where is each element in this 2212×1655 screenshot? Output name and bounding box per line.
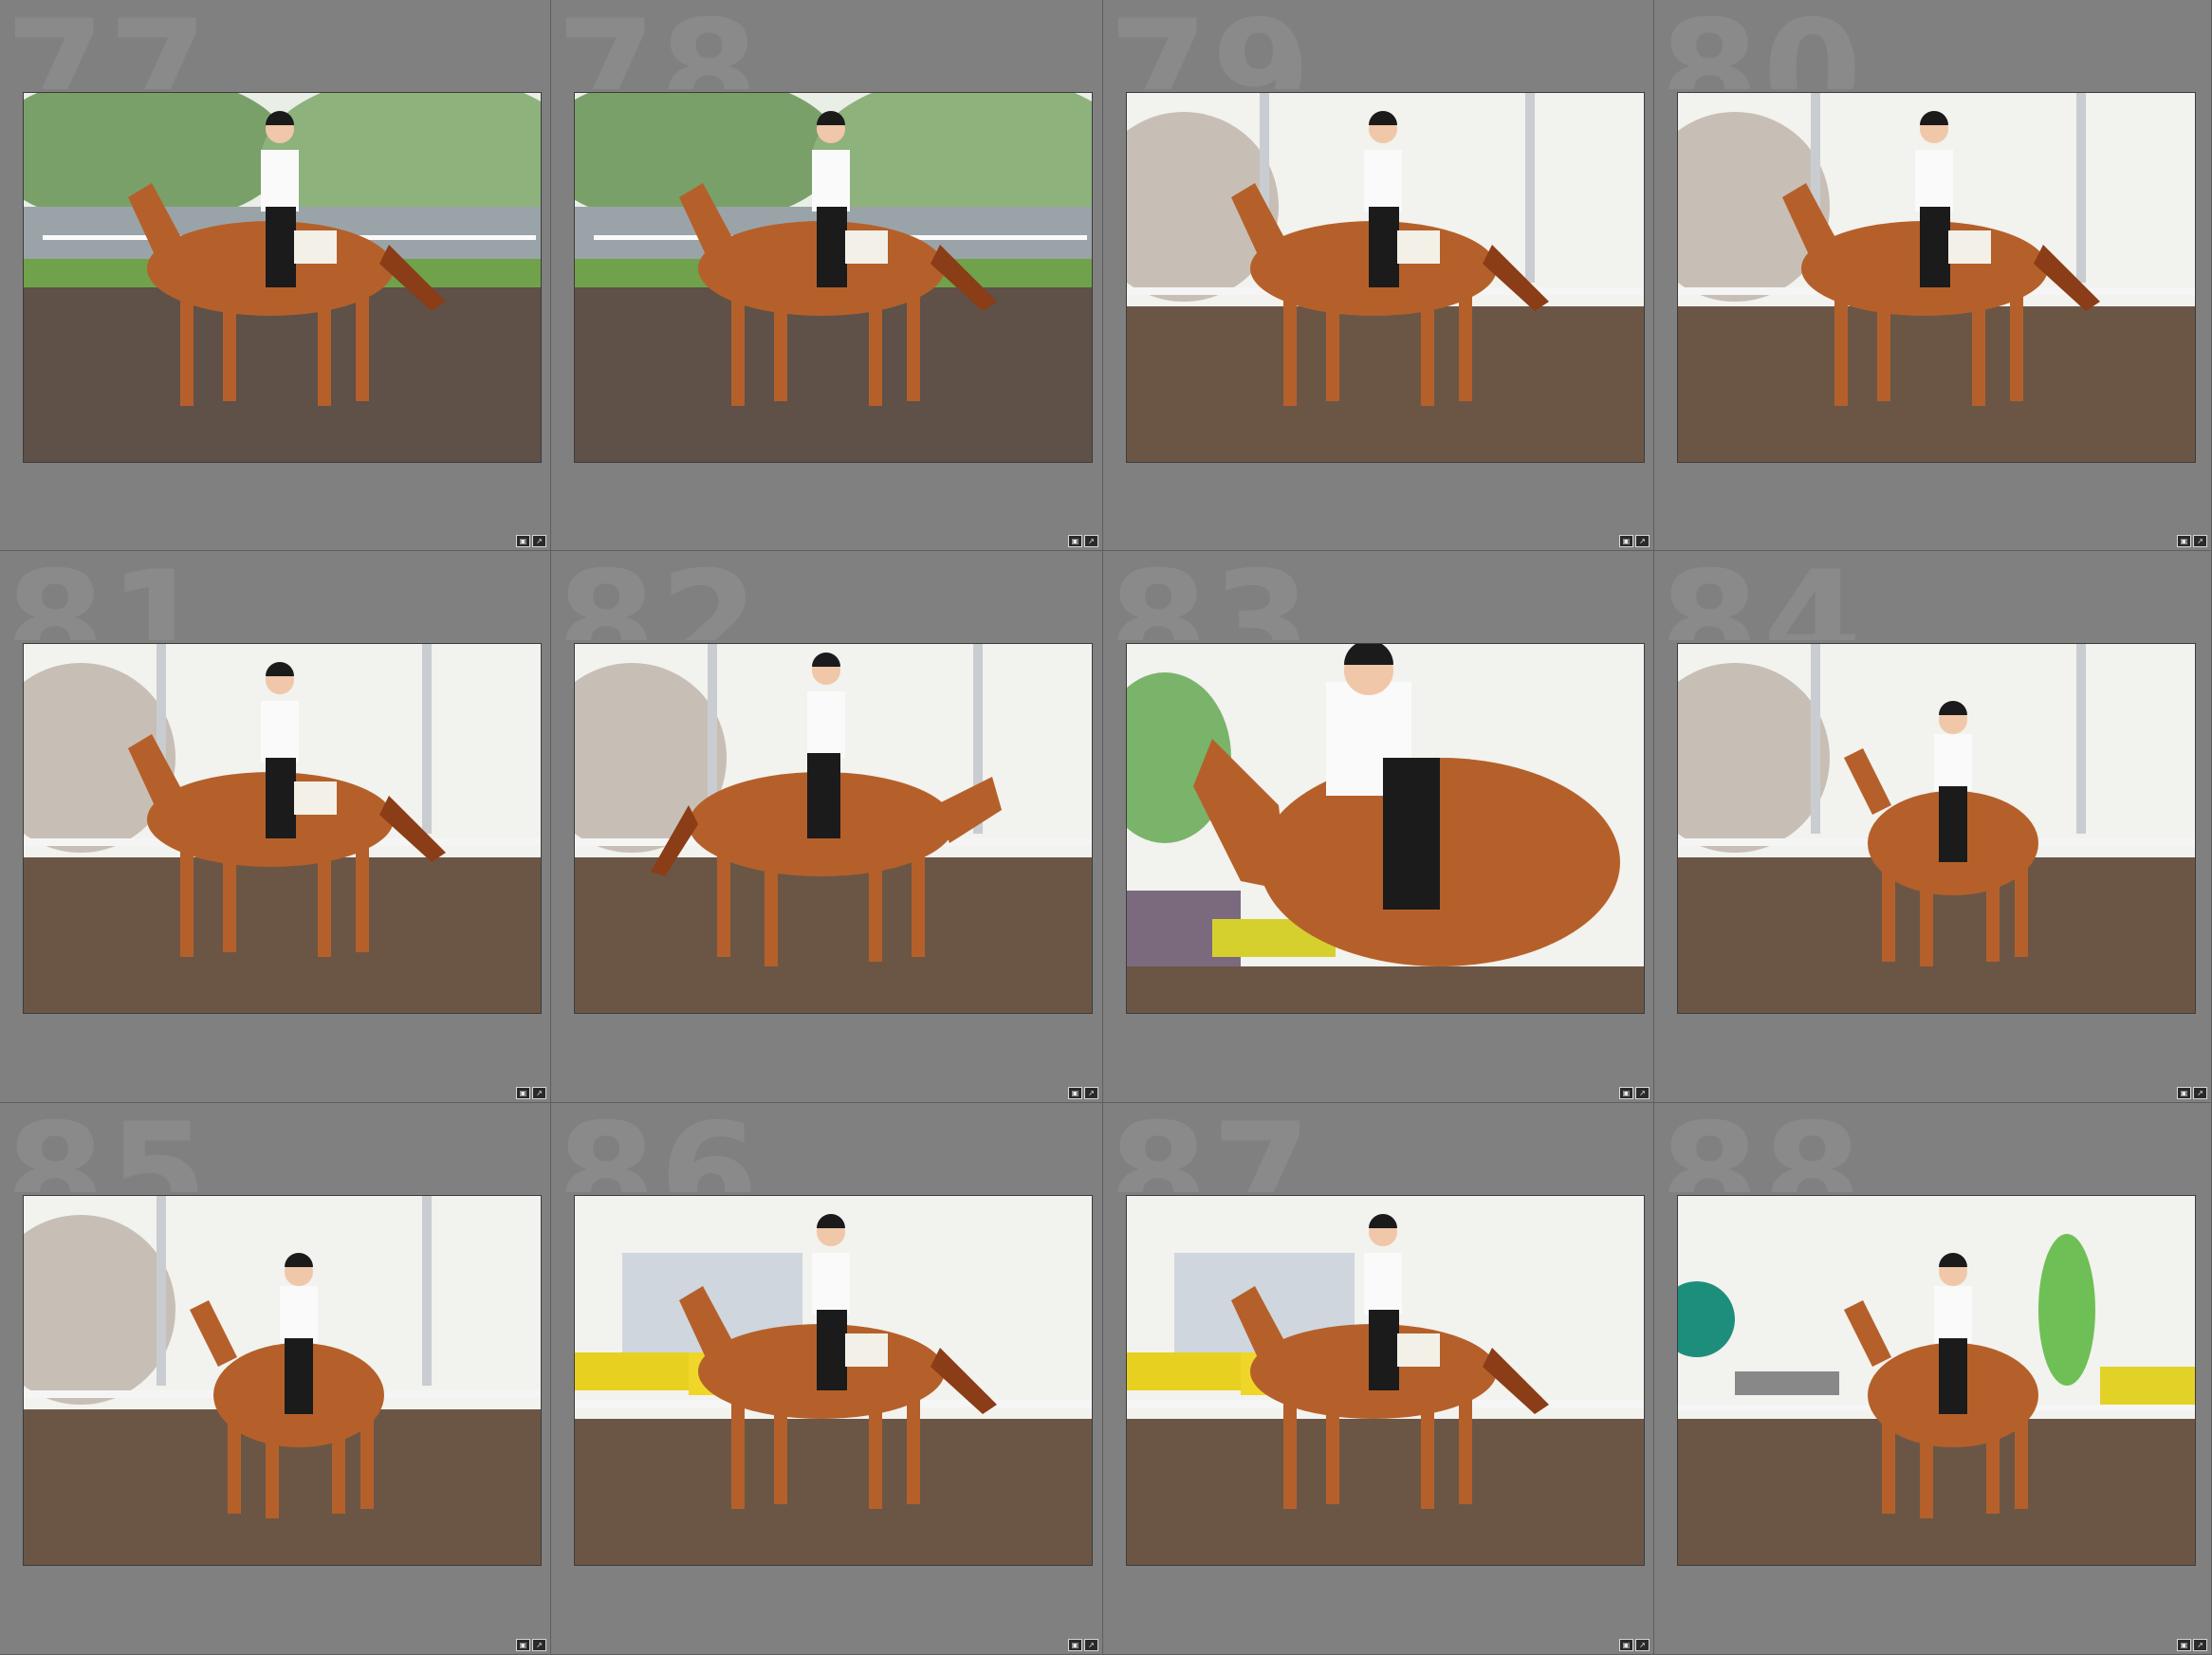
photo-thumbnail[interactable] xyxy=(1126,643,1645,1014)
metadata-badge-icon[interactable]: ▣ xyxy=(2177,1087,2191,1099)
metadata-badge-icon[interactable]: ▣ xyxy=(516,1087,530,1099)
cell-index-number: 81 xyxy=(6,553,212,640)
photo-thumbnail[interactable] xyxy=(23,643,542,1014)
cell-index-number: 83 xyxy=(1109,553,1315,640)
metadata-badge-icon[interactable]: ▣ xyxy=(2177,535,2191,547)
grid-cell-77[interactable]: 77 ▣ ↗ xyxy=(0,0,551,551)
grid-cell-78[interactable]: 78 ▣ ↗ xyxy=(551,0,1103,551)
grid-cell-82[interactable]: 82 ▣ ↗ xyxy=(551,551,1103,1103)
thumbnail-grid: 77 ▣ ↗ 78 ▣ ↗ 79 ▣ ↗ 80 ▣ ↗ 81 ▣ ↗ 82 ▣ … xyxy=(0,0,2212,1655)
cell-index-number: 80 xyxy=(1660,2,1866,89)
thumbnail-badges: ▣ ↗ xyxy=(1619,535,1650,547)
edit-badge-icon[interactable]: ↗ xyxy=(532,535,546,547)
photo-thumbnail[interactable] xyxy=(1677,643,2196,1014)
thumbnail-badges: ▣ ↗ xyxy=(2177,535,2207,547)
metadata-badge-icon[interactable]: ▣ xyxy=(516,1639,530,1651)
edit-badge-icon[interactable]: ↗ xyxy=(1084,535,1098,547)
metadata-badge-icon[interactable]: ▣ xyxy=(1619,1087,1633,1099)
thumbnail-badges: ▣ ↗ xyxy=(2177,1639,2207,1651)
photo-thumbnail[interactable] xyxy=(23,1195,542,1566)
photo-thumbnail[interactable] xyxy=(23,92,542,463)
photo-thumbnail[interactable] xyxy=(574,643,1093,1014)
metadata-badge-icon[interactable]: ▣ xyxy=(516,535,530,547)
grid-cell-85[interactable]: 85 ▣ ↗ xyxy=(0,1103,551,1655)
metadata-badge-icon[interactable]: ▣ xyxy=(1068,1087,1082,1099)
grid-cell-83[interactable]: 83 ▣ ↗ xyxy=(1103,551,1654,1103)
edit-badge-icon[interactable]: ↗ xyxy=(1084,1087,1098,1099)
edit-badge-icon[interactable]: ↗ xyxy=(2193,1087,2207,1099)
grid-cell-88[interactable]: 88 ▣ ↗ xyxy=(1654,1103,2212,1655)
cell-index-number: 88 xyxy=(1660,1105,1866,1192)
edit-badge-icon[interactable]: ↗ xyxy=(532,1087,546,1099)
cell-index-number: 86 xyxy=(557,1105,763,1192)
cell-index-number: 77 xyxy=(6,2,212,89)
cell-index-number: 78 xyxy=(557,2,763,89)
thumbnail-badges: ▣ ↗ xyxy=(1068,535,1098,547)
metadata-badge-icon[interactable]: ▣ xyxy=(1619,535,1633,547)
grid-cell-79[interactable]: 79 ▣ ↗ xyxy=(1103,0,1654,551)
photo-thumbnail[interactable] xyxy=(1126,1195,1645,1566)
grid-cell-87[interactable]: 87 ▣ ↗ xyxy=(1103,1103,1654,1655)
edit-badge-icon[interactable]: ↗ xyxy=(1635,1639,1650,1651)
cell-index-number: 87 xyxy=(1109,1105,1315,1192)
thumbnail-badges: ▣ ↗ xyxy=(1068,1087,1098,1099)
cell-index-number: 79 xyxy=(1109,2,1315,89)
cell-index-number: 84 xyxy=(1660,553,1866,640)
metadata-badge-icon[interactable]: ▣ xyxy=(1619,1639,1633,1651)
thumbnail-badges: ▣ ↗ xyxy=(1068,1639,1098,1651)
photo-thumbnail[interactable] xyxy=(1677,1195,2196,1566)
metadata-badge-icon[interactable]: ▣ xyxy=(2177,1639,2191,1651)
grid-cell-81[interactable]: 81 ▣ ↗ xyxy=(0,551,551,1103)
thumbnail-badges: ▣ ↗ xyxy=(516,535,546,547)
photo-thumbnail[interactable] xyxy=(1126,92,1645,463)
edit-badge-icon[interactable]: ↗ xyxy=(532,1639,546,1651)
cell-index-number: 82 xyxy=(557,553,763,640)
thumbnail-badges: ▣ ↗ xyxy=(516,1087,546,1099)
photo-thumbnail[interactable] xyxy=(574,92,1093,463)
thumbnail-badges: ▣ ↗ xyxy=(1619,1639,1650,1651)
photo-thumbnail[interactable] xyxy=(574,1195,1093,1566)
edit-badge-icon[interactable]: ↗ xyxy=(2193,1639,2207,1651)
grid-cell-86[interactable]: 86 ▣ ↗ xyxy=(551,1103,1103,1655)
grid-cell-84[interactable]: 84 ▣ ↗ xyxy=(1654,551,2212,1103)
cell-index-number: 85 xyxy=(6,1105,212,1192)
grid-cell-80[interactable]: 80 ▣ ↗ xyxy=(1654,0,2212,551)
edit-badge-icon[interactable]: ↗ xyxy=(1084,1639,1098,1651)
edit-badge-icon[interactable]: ↗ xyxy=(1635,1087,1650,1099)
thumbnail-badges: ▣ ↗ xyxy=(1619,1087,1650,1099)
edit-badge-icon[interactable]: ↗ xyxy=(1635,535,1650,547)
thumbnail-badges: ▣ ↗ xyxy=(516,1639,546,1651)
metadata-badge-icon[interactable]: ▣ xyxy=(1068,1639,1082,1651)
edit-badge-icon[interactable]: ↗ xyxy=(2193,535,2207,547)
photo-thumbnail[interactable] xyxy=(1677,92,2196,463)
metadata-badge-icon[interactable]: ▣ xyxy=(1068,535,1082,547)
thumbnail-badges: ▣ ↗ xyxy=(2177,1087,2207,1099)
